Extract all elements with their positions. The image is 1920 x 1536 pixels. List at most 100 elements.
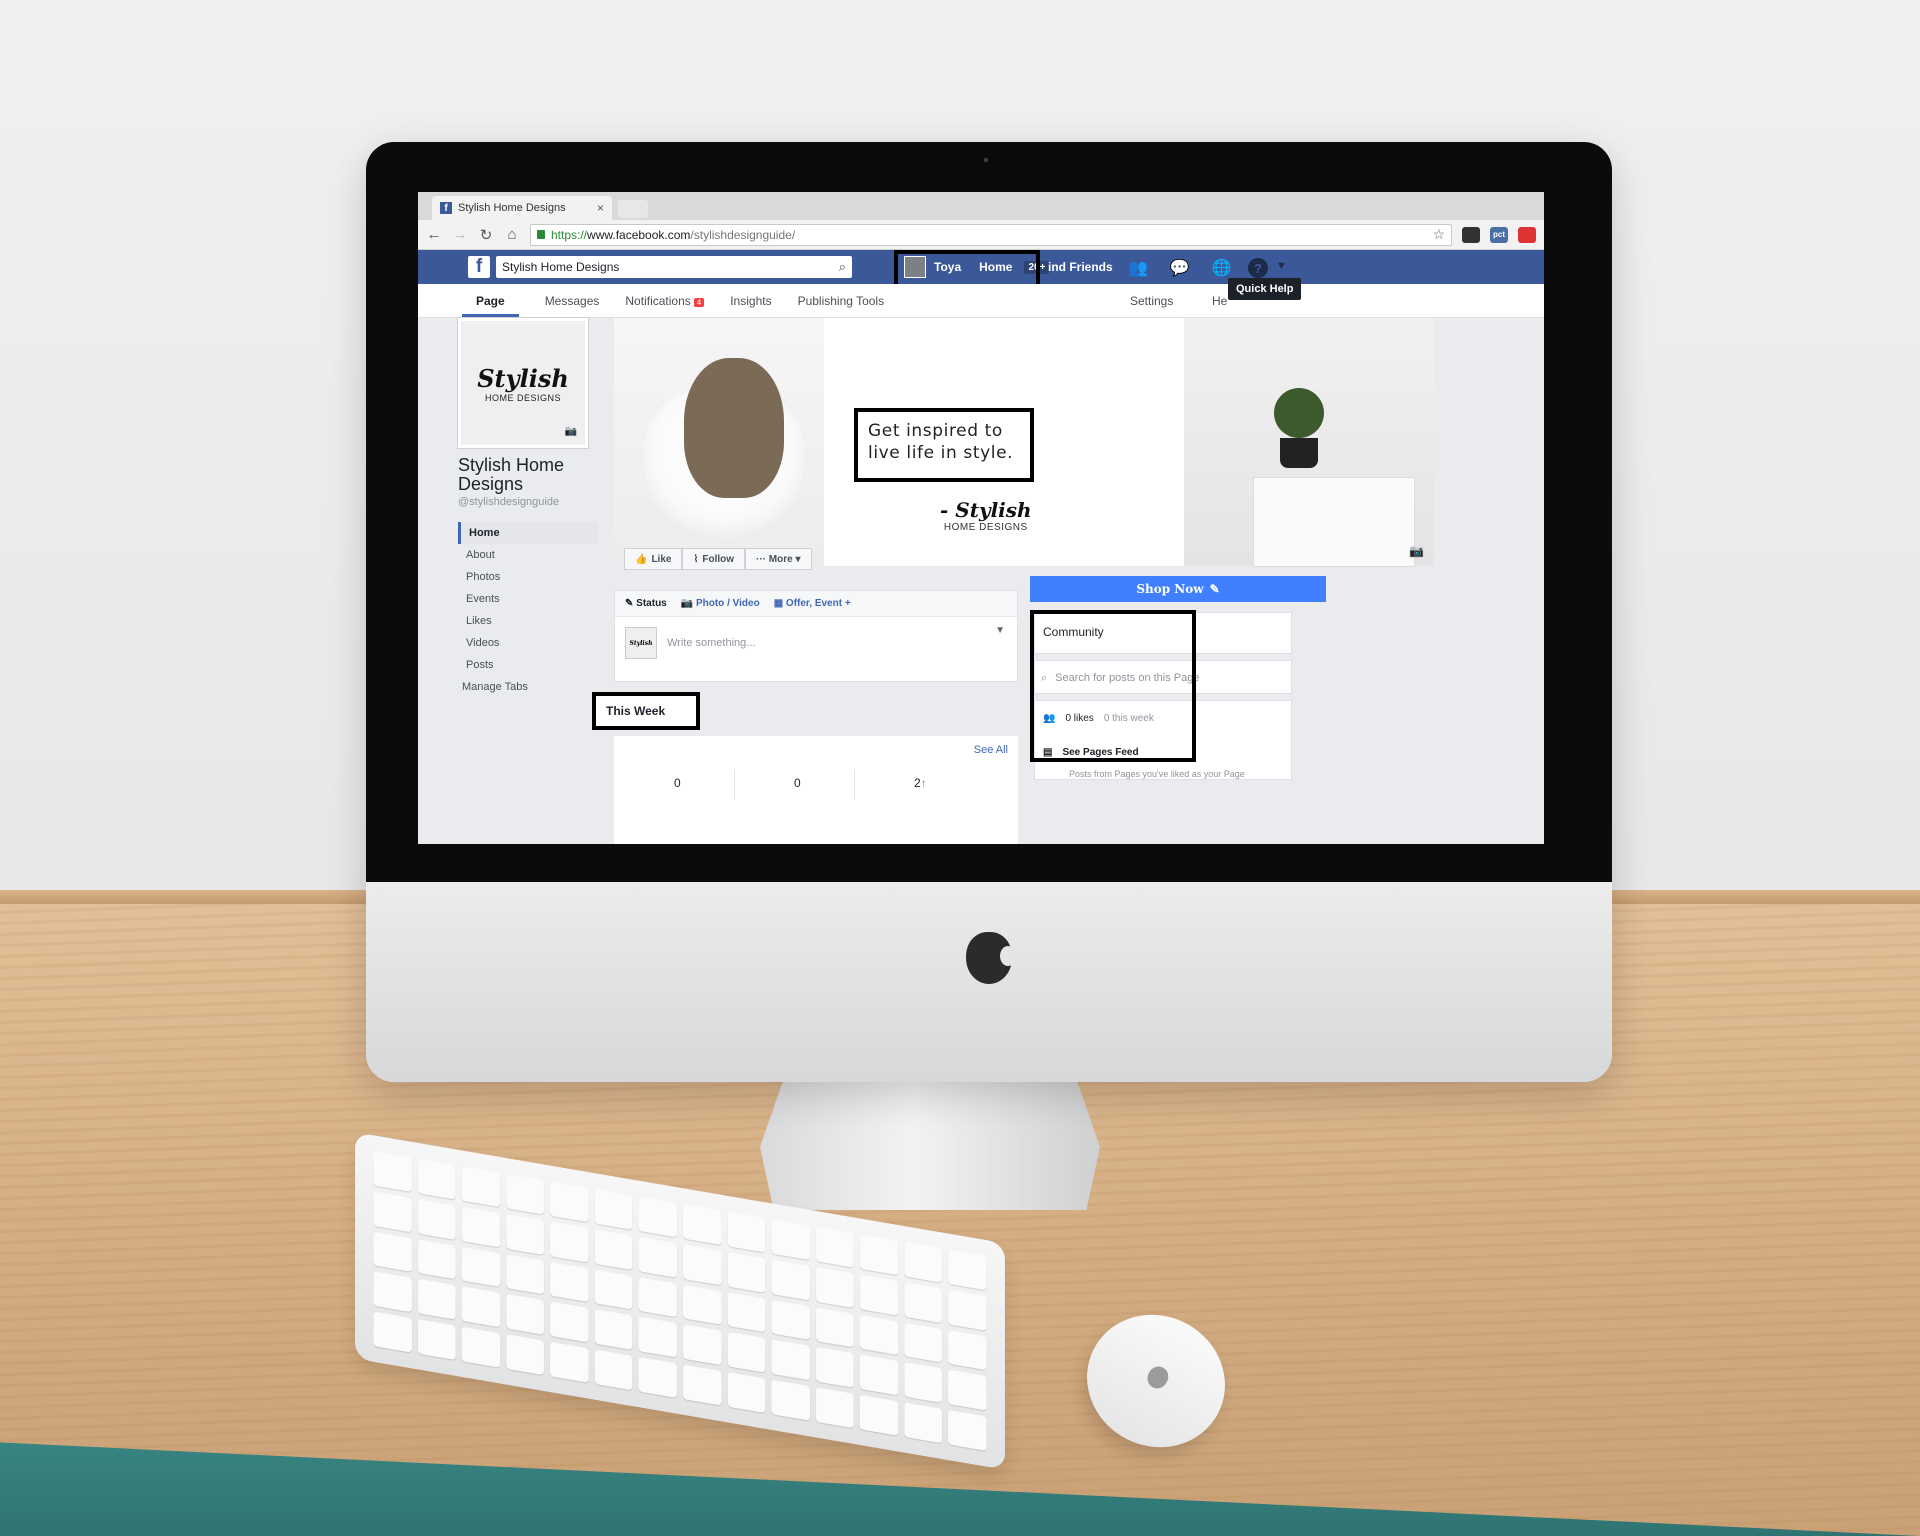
owl-extension-icon[interactable] bbox=[1462, 226, 1480, 243]
keyboard-key bbox=[904, 1362, 943, 1404]
messages-icon[interactable]: 💬 bbox=[1170, 258, 1190, 278]
composer-tab-offer-event[interactable]: ▦ Offer, Event + bbox=[774, 598, 851, 609]
search-input[interactable]: Stylish Home Designs ⌕ bbox=[496, 256, 852, 278]
keyboard-key bbox=[815, 1307, 854, 1348]
keyboard-key bbox=[417, 1238, 456, 1280]
stat-value-trending: 2↑ bbox=[914, 776, 927, 790]
notifications-globe-icon[interactable]: 🌐 bbox=[1212, 258, 1232, 278]
address-bar: ← → ↻ ⌂ https://www.facebook.com/stylish… bbox=[418, 220, 1544, 250]
composer-input[interactable]: Write something... bbox=[667, 637, 755, 649]
tab-help[interactable]: He bbox=[1212, 294, 1227, 317]
sidebar-item-videos[interactable]: Videos bbox=[458, 632, 598, 654]
photo-video-label: Photo / Video bbox=[695, 598, 760, 609]
browser-tab[interactable]: f Stylish Home Designs × bbox=[432, 196, 612, 220]
new-tab-button[interactable] bbox=[618, 200, 648, 218]
keyboard-key bbox=[860, 1394, 899, 1436]
sidebar-item-about[interactable]: About bbox=[458, 544, 598, 566]
sidebar-item-likes[interactable]: Likes bbox=[458, 610, 598, 632]
cover-signature: - Stylish HOME DESIGNS bbox=[940, 498, 1032, 533]
tab-publishing-tools[interactable]: Publishing Tools bbox=[798, 294, 885, 317]
stat-value: 0 bbox=[674, 776, 681, 790]
keyboard-key bbox=[373, 1311, 412, 1353]
url-host: www.facebook.com bbox=[587, 227, 691, 242]
close-icon[interactable]: × bbox=[597, 201, 604, 215]
search-icon[interactable]: ⌕ bbox=[839, 259, 846, 275]
keyboard-key bbox=[771, 1299, 810, 1341]
tab-notifications-label: Notifications bbox=[625, 294, 691, 308]
tab-notifications[interactable]: Notifications 4 bbox=[625, 294, 705, 317]
highlight-box-community bbox=[1030, 610, 1196, 762]
post-composer: ✎ Status 📷 Photo / Video ▦ Offer, Event … bbox=[614, 590, 1018, 682]
reload-icon[interactable]: ↻ bbox=[478, 226, 494, 244]
camera-icon[interactable]: 📷 bbox=[565, 426, 577, 437]
keyboard-key bbox=[550, 1221, 589, 1263]
red-extension-icon[interactable] bbox=[1518, 226, 1536, 243]
camera-icon[interactable]: 📷 bbox=[1409, 544, 1424, 558]
cover-quote: Get inspired to live life in style. bbox=[854, 408, 1034, 482]
tab-messages[interactable]: Messages bbox=[545, 294, 600, 317]
keyboard-key bbox=[461, 1206, 500, 1248]
audience-caret-icon[interactable]: ▼ bbox=[995, 625, 1005, 636]
cover-image-right: 📷 bbox=[1184, 318, 1434, 566]
keyboard-key bbox=[860, 1314, 899, 1356]
more-button[interactable]: ··· More ▾ bbox=[745, 548, 812, 570]
help-icon[interactable]: ? bbox=[1248, 258, 1268, 278]
keyboard-key bbox=[683, 1284, 722, 1326]
keyboard-key bbox=[948, 1249, 987, 1291]
see-all-link[interactable]: See All bbox=[974, 744, 1008, 756]
url-path: /stylishdesignguide/ bbox=[690, 227, 796, 242]
sidebar-item-home[interactable]: Home bbox=[458, 521, 598, 544]
tab-insights[interactable]: Insights bbox=[730, 294, 771, 317]
weekly-stats: See All 0 0 2↑ bbox=[614, 736, 1018, 844]
sidebar-item-photos[interactable]: Photos bbox=[458, 566, 598, 588]
find-friends-link[interactable]: ind Friends bbox=[1048, 260, 1113, 274]
bookmark-star-icon[interactable]: ☆ bbox=[1432, 226, 1445, 243]
profile-picture[interactable]: Stylish HOME DESIGNS 📷 bbox=[458, 318, 588, 448]
tab-settings[interactable]: Settings bbox=[1130, 294, 1173, 317]
account-caret-icon[interactable]: ▼ bbox=[1276, 260, 1287, 272]
shop-now-button[interactable]: Shop Now ✎ bbox=[1030, 576, 1326, 602]
keyboard-key bbox=[373, 1231, 412, 1273]
keyboard-key bbox=[417, 1198, 456, 1240]
sidebar-item-manage-tabs[interactable]: Manage Tabs bbox=[458, 676, 598, 698]
home-icon[interactable]: ⌂ bbox=[504, 226, 520, 243]
facebook-logo-icon[interactable]: f bbox=[468, 256, 490, 278]
keyboard-key bbox=[904, 1322, 943, 1364]
cover-sign-sub: HOME DESIGNS bbox=[943, 522, 1028, 533]
avatar: Stylish bbox=[625, 627, 657, 659]
keyboard-key bbox=[373, 1151, 412, 1192]
keyboard-key bbox=[506, 1334, 545, 1376]
keyboard-key bbox=[727, 1372, 766, 1414]
keyboard-key bbox=[506, 1173, 545, 1215]
pencil-icon[interactable]: ✎ bbox=[1210, 582, 1220, 596]
friend-requests-icon[interactable]: 👥 bbox=[1128, 258, 1148, 278]
follow-label: Follow bbox=[702, 553, 735, 565]
url-field[interactable]: https://www.facebook.com/stylishdesigngu… bbox=[530, 223, 1452, 246]
stat-divider bbox=[734, 770, 735, 800]
keyboard-key bbox=[815, 1347, 854, 1389]
imac-bezel: f Stylish Home Designs × ← → ↻ ⌂ https:/… bbox=[366, 142, 1612, 882]
keyboard-key bbox=[815, 1266, 854, 1308]
page-handle[interactable]: @stylishdesignguide bbox=[458, 496, 598, 508]
tab-page[interactable]: Page bbox=[462, 294, 519, 317]
like-button[interactable]: 👍 Like bbox=[624, 548, 683, 570]
keyboard-key bbox=[373, 1271, 412, 1313]
forward-icon[interactable]: → bbox=[452, 226, 468, 243]
facebook-favicon-icon: f bbox=[440, 202, 452, 214]
header-icons: 👥 💬 🌐 bbox=[1128, 258, 1232, 278]
like-label: Like bbox=[651, 553, 672, 565]
composer-tab-status[interactable]: ✎ Status bbox=[625, 598, 667, 609]
keyboard-key bbox=[594, 1229, 633, 1270]
pct-extension-icon[interactable]: pct bbox=[1490, 226, 1508, 243]
browser-tab-title: Stylish Home Designs bbox=[458, 202, 566, 214]
keyboard-key bbox=[550, 1181, 589, 1223]
stat-divider bbox=[854, 770, 855, 800]
follow-button[interactable]: ⌇ Follow bbox=[682, 548, 746, 570]
sidebar-item-posts[interactable]: Posts bbox=[458, 654, 598, 676]
composer-tab-photo-video[interactable]: 📷 Photo / Video bbox=[681, 598, 760, 609]
back-icon[interactable]: ← bbox=[426, 226, 442, 243]
cover-photo[interactable]: Get inspired to live life in style. - St… bbox=[614, 318, 1434, 566]
sidebar-item-events[interactable]: Events bbox=[458, 588, 598, 610]
keyboard-key bbox=[727, 1211, 766, 1253]
apple-logo-icon bbox=[966, 932, 1016, 984]
